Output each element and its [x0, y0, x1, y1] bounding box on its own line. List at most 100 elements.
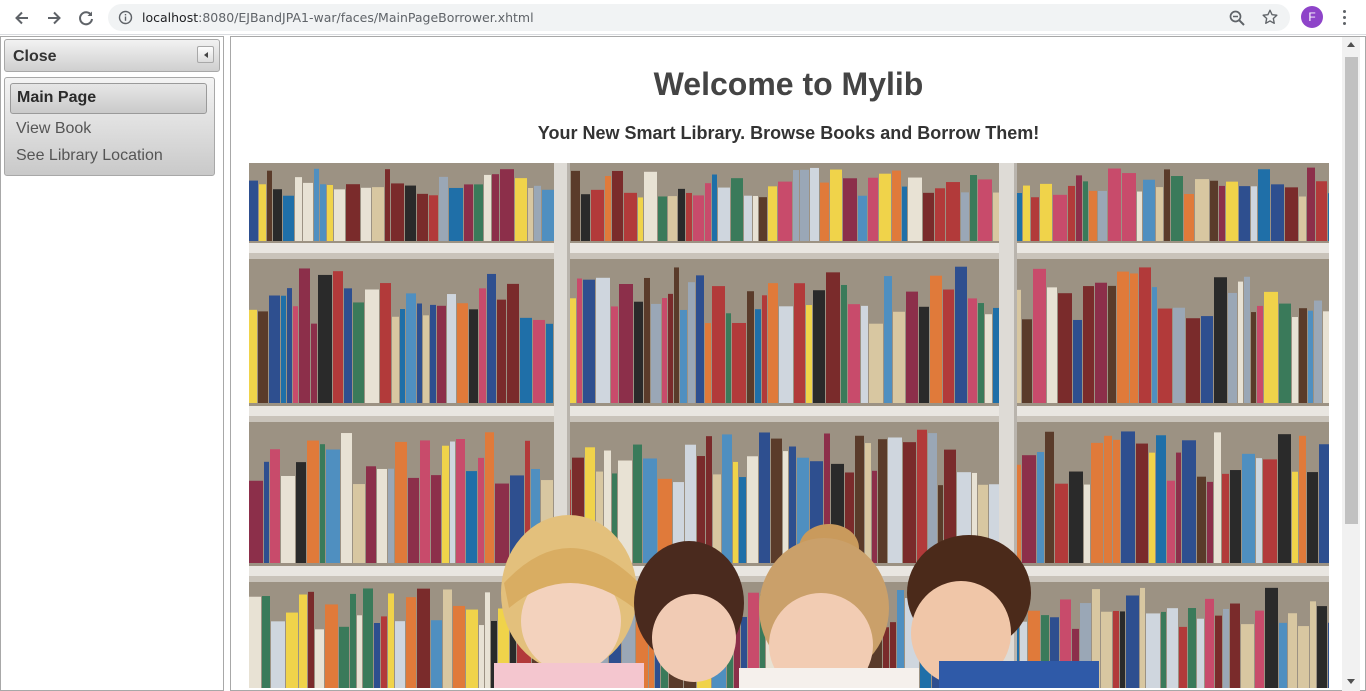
book-spine: [712, 286, 725, 403]
sidebar-title: Close: [13, 48, 57, 65]
book-spine: [346, 184, 360, 241]
book-spine: [1053, 194, 1067, 241]
book-spine: [443, 589, 452, 688]
book-spine: [1214, 277, 1227, 403]
book-spine: [495, 483, 509, 563]
book-spine: [768, 283, 778, 403]
book-spine: [705, 183, 711, 241]
book-spine: [320, 184, 326, 241]
book-spine: [374, 622, 380, 688]
book-spine: [1238, 281, 1243, 403]
forward-arrow-icon[interactable]: [41, 5, 67, 31]
book-spine: [333, 271, 343, 403]
book-spine: [485, 592, 490, 688]
book-spine: [1058, 293, 1072, 403]
profile-avatar[interactable]: F: [1301, 6, 1323, 28]
book-spine: [1158, 308, 1172, 403]
book-spine: [993, 307, 999, 403]
book-spine: [296, 462, 306, 563]
book-spine: [533, 319, 545, 403]
book-spine: [1033, 268, 1046, 403]
book-spine: [1242, 453, 1255, 563]
reload-icon[interactable]: [73, 5, 99, 31]
book-spine: [1265, 587, 1278, 688]
book-spine: [273, 189, 282, 241]
book-spine: [619, 284, 633, 403]
book-spine: [759, 432, 770, 563]
book-spine: [287, 288, 292, 403]
book-spine: [1316, 181, 1327, 241]
book-spine: [651, 303, 661, 403]
book-spine: [872, 470, 877, 563]
book-spine: [644, 171, 657, 241]
book-spine: [507, 283, 519, 403]
info-icon[interactable]: [118, 10, 133, 25]
book-spine: [350, 593, 356, 688]
book-spine: [902, 186, 907, 241]
zoom-icon[interactable]: [1228, 9, 1246, 27]
scroll-down-icon[interactable]: [1347, 679, 1355, 684]
book-spine: [258, 311, 268, 403]
book-spine: [869, 323, 883, 403]
book-spine: [893, 311, 905, 403]
back-arrow-icon[interactable]: [9, 5, 35, 31]
book-spine: [281, 475, 295, 563]
book-spine: [528, 188, 533, 241]
book-spine: [1205, 598, 1214, 688]
scroll-thumb[interactable]: [1345, 57, 1358, 524]
address-bar[interactable]: localhost:8080/EJBandJPA1-war/faces/Main…: [108, 4, 1290, 31]
sidebar-item-main-page[interactable]: Main Page: [10, 83, 207, 114]
book-spine: [1073, 319, 1082, 403]
book-spine: [1101, 611, 1112, 688]
book-spine: [1207, 481, 1213, 563]
url-path: :8080/EJBandJPA1-war/faces/MainPageBorro…: [198, 10, 534, 25]
book-spine: [1176, 452, 1181, 563]
book-spine: [1117, 271, 1129, 403]
kebab-menu-icon[interactable]: [1334, 6, 1354, 28]
book-spine: [1108, 285, 1116, 403]
scroll-up-icon[interactable]: [1347, 42, 1355, 47]
book-spine: [1120, 611, 1125, 688]
book-spine: [888, 437, 902, 563]
book-spine: [1251, 312, 1256, 403]
book-spine: [457, 303, 468, 403]
book-spine: [858, 195, 867, 241]
book-spine: [320, 444, 325, 563]
book-spine: [299, 594, 307, 688]
book-spine: [1299, 435, 1306, 563]
book-spine: [1314, 300, 1322, 403]
book-spine: [1146, 613, 1160, 688]
book-spine: [456, 439, 465, 563]
book-spine: [487, 273, 496, 403]
book-spine: [1278, 434, 1291, 563]
book-spine: [406, 597, 416, 688]
book-spine: [978, 179, 992, 241]
book-spine: [1319, 444, 1329, 563]
book-spine: [1126, 595, 1139, 688]
vertical-scrollbar[interactable]: [1342, 37, 1360, 691]
book-spine: [417, 303, 422, 403]
book-spine: [1095, 282, 1107, 403]
book-spine: [778, 181, 792, 241]
book-spine: [1323, 311, 1329, 403]
book-spine: [286, 612, 298, 688]
book-spine: [908, 177, 922, 241]
book-spine: [1222, 473, 1229, 563]
collapse-left-icon[interactable]: [197, 46, 214, 63]
sidebar-item-library-location[interactable]: See Library Location: [10, 142, 207, 173]
book-spine: [696, 275, 704, 403]
book-spine: [768, 186, 777, 241]
book-spine: [1136, 443, 1148, 563]
book-spine: [1258, 169, 1270, 241]
book-spine: [577, 278, 582, 403]
book-spine: [249, 180, 258, 241]
book-spine: [718, 187, 730, 241]
star-icon[interactable]: [1261, 8, 1279, 26]
book-spine: [1167, 480, 1175, 563]
sidebar-header: Close: [4, 39, 220, 72]
book-spine: [1040, 183, 1052, 241]
book-spine: [884, 276, 892, 403]
book-spine: [1239, 186, 1250, 241]
book-spine: [1173, 307, 1185, 403]
profile-initial: F: [1308, 10, 1316, 24]
